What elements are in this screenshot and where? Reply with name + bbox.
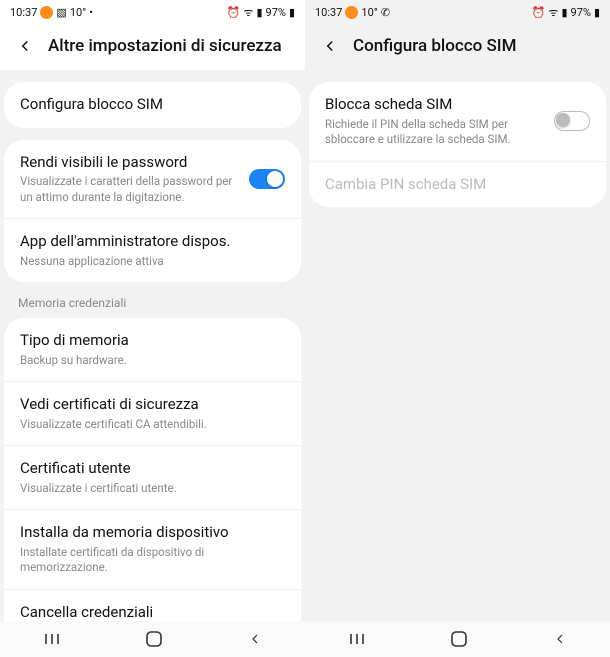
status-temp: 10° bbox=[70, 6, 86, 19]
alarm-icon: ⏰ bbox=[532, 6, 546, 19]
row-storage-type[interactable]: Tipo di memoria Backup su hardware. bbox=[4, 318, 301, 381]
wifi-icon: ᯤ bbox=[243, 5, 253, 20]
status-bar: 10:37 10° ✆ ⏰ ᯤ ▮ 97% ▮ bbox=[305, 0, 610, 24]
more-icon: • bbox=[89, 6, 93, 19]
phone-left: 10:37 ▧ 10° • ⏰ ᯤ ▮ 97% ▮ Altre impostaz… bbox=[0, 0, 305, 657]
wifi-icon: ᯤ bbox=[548, 5, 558, 20]
back-button[interactable] bbox=[552, 631, 568, 647]
row-device-admin-apps[interactable]: App dell'amministratore dispos. Nessuna … bbox=[4, 218, 301, 282]
row-lock-sim[interactable]: Blocca scheda SIM Richiede il PIN della … bbox=[309, 82, 606, 161]
page-title: Altre impostazioni di sicurezza bbox=[48, 36, 282, 56]
home-button[interactable] bbox=[145, 630, 163, 648]
recents-button[interactable] bbox=[347, 632, 367, 646]
page-header: Altre impostazioni di sicurezza bbox=[0, 24, 305, 70]
settings-scroll[interactable]: Configura blocco SIM Rendi visibili le p… bbox=[0, 70, 305, 621]
page-title: Configura blocco SIM bbox=[353, 36, 516, 56]
row-configure-sim-lock[interactable]: Configura blocco SIM bbox=[4, 82, 301, 128]
settings-scroll[interactable]: Blocca scheda SIM Richiede il PIN della … bbox=[305, 70, 610, 621]
status-temp: 10° bbox=[361, 6, 377, 19]
row-install-from-storage[interactable]: Installa da memoria dispositivo Installa… bbox=[4, 509, 301, 589]
status-battery: 97% bbox=[571, 6, 591, 19]
nav-bar bbox=[305, 621, 610, 657]
image-icon: ▧ bbox=[56, 6, 66, 19]
status-bar: 10:37 ▧ 10° • ⏰ ᯤ ▮ 97% ▮ bbox=[0, 0, 305, 24]
toggle-show-passwords[interactable] bbox=[249, 169, 285, 189]
notification-dot-icon bbox=[345, 6, 358, 19]
row-clear-credentials[interactable]: Cancella credenziali Rimuove tutti i cer… bbox=[4, 589, 301, 621]
row-view-security-certs[interactable]: Vedi certificati di sicurezza Visualizza… bbox=[4, 381, 301, 445]
battery-icon: ▮ bbox=[289, 6, 295, 19]
status-time: 10:37 bbox=[315, 6, 342, 19]
status-battery: 97% bbox=[266, 6, 286, 19]
back-icon[interactable] bbox=[321, 37, 339, 55]
recents-button[interactable] bbox=[42, 632, 62, 646]
toggle-lock-sim[interactable] bbox=[554, 111, 590, 131]
row-user-certs[interactable]: Certificati utente Visualizzate i certif… bbox=[4, 445, 301, 509]
page-header: Configura blocco SIM bbox=[305, 24, 610, 70]
signal-icon: ▮ bbox=[256, 6, 262, 19]
battery-icon: ▮ bbox=[594, 6, 600, 19]
group-credential-storage: Memoria credenziali bbox=[0, 282, 305, 318]
phone-right: 10:37 10° ✆ ⏰ ᯤ ▮ 97% ▮ Configura blocco… bbox=[305, 0, 610, 657]
whatsapp-icon: ✆ bbox=[381, 6, 390, 19]
nav-bar bbox=[0, 621, 305, 657]
alarm-icon: ⏰ bbox=[227, 6, 241, 19]
home-button[interactable] bbox=[450, 630, 468, 648]
back-button[interactable] bbox=[247, 631, 263, 647]
row-show-passwords[interactable]: Rendi visibili le password Visualizzate … bbox=[4, 140, 301, 219]
notification-dot-icon bbox=[40, 6, 53, 19]
signal-icon: ▮ bbox=[561, 6, 567, 19]
back-icon[interactable] bbox=[16, 37, 34, 55]
status-time: 10:37 bbox=[10, 6, 37, 19]
row-change-sim-pin: Cambia PIN scheda SIM bbox=[309, 161, 606, 208]
